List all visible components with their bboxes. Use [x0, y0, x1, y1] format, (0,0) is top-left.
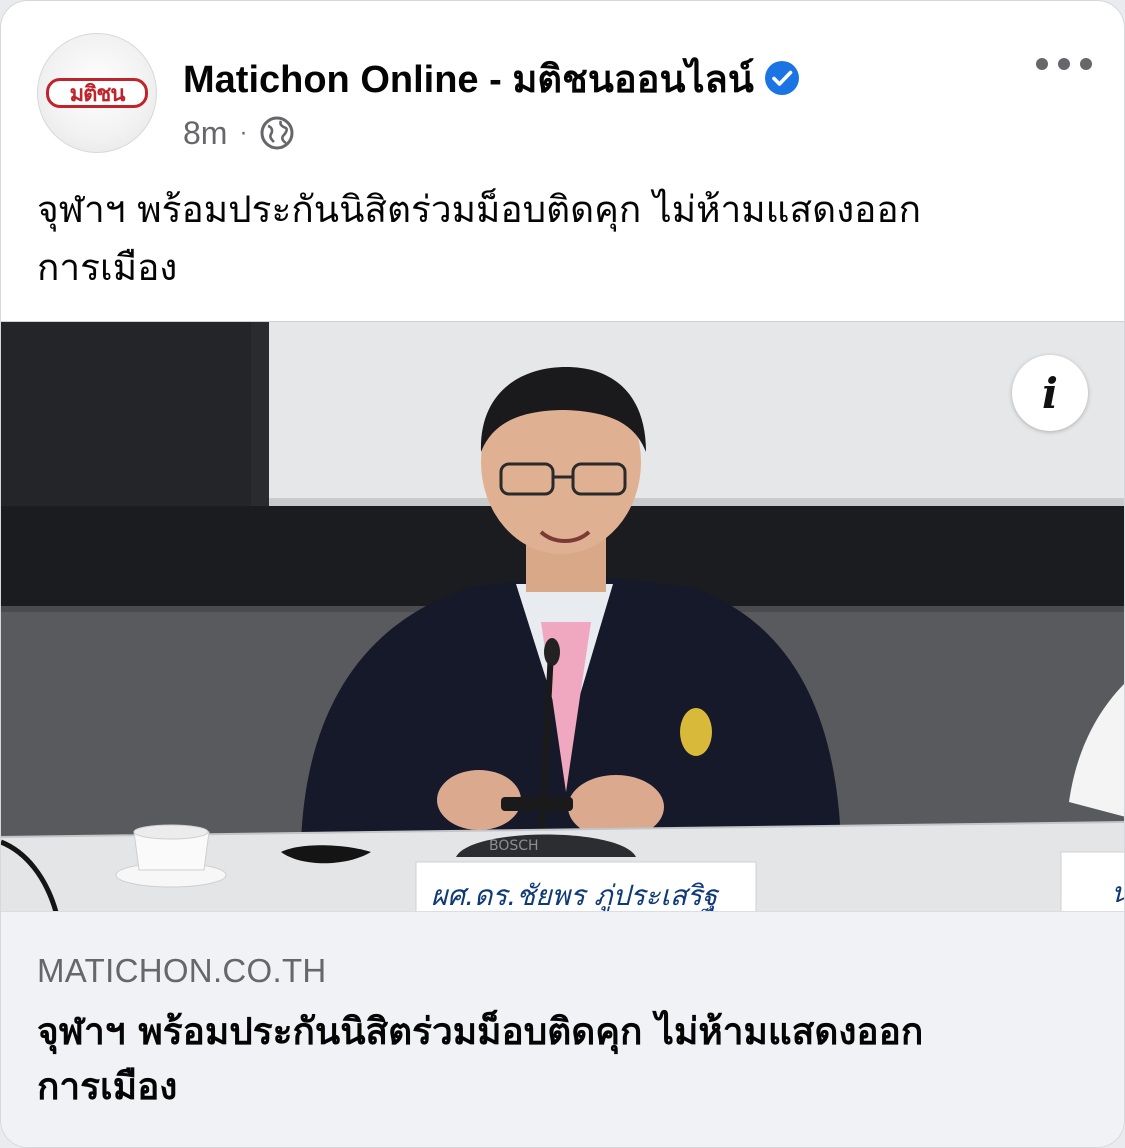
post-message-line: จุฬาฯ พร้อมประกันนิสิตร่วมม็อบติดคุก ไม่… [37, 188, 922, 231]
meta-separator: · [239, 119, 248, 146]
link-title-line: จุฬาฯ พร้อมประกันนิสิตร่วมม็อบติดคุก ไม่… [37, 1010, 924, 1053]
link-domain: MATICHON.CO.TH [37, 952, 327, 989]
link-title-line: การเมือง [37, 1065, 178, 1108]
post-timestamp[interactable]: 8m [183, 115, 227, 152]
page-name-link[interactable]: Matichon Online - มติชนออนไลน์ [183, 48, 754, 109]
page-avatar[interactable]: มติชน [37, 33, 157, 153]
more-options-icon[interactable] [1036, 49, 1092, 79]
mic-brand-label: BOSCH [489, 838, 539, 854]
nameplate-label: ผศ.ดร.ชัยพร ภู่ประเสริฐ [431, 879, 720, 912]
info-icon[interactable]: i [1012, 355, 1088, 431]
globe-icon[interactable] [259, 115, 295, 151]
verified-badge-icon [764, 61, 799, 95]
nameplate-partial-label: น [1111, 876, 1125, 909]
link-title: จุฬาฯ พร้อมประกันนิสิตร่วมม็อบติดคุก ไม่… [37, 1004, 1037, 1114]
post-message: จุฬาฯ พร้อมประกันนิสิตร่วมม็อบติดคุก ไม่… [37, 181, 1037, 297]
post-message-line: การเมือง [37, 246, 178, 289]
post-meta: 8m · [183, 109, 295, 157]
link-preview-footer[interactable]: MATICHON.CO.TH จุฬาฯ พร้อมประกันนิสิตร่ว… [1, 911, 1124, 1147]
link-preview-image[interactable]: BOSCH ผศ.ดร.ชัยพร ภู่ประเสริฐ น i [1, 321, 1125, 912]
facebook-post-card: มติชน Matichon Online - มติชนออนไลน์ 8m … [0, 0, 1125, 1148]
press-conference-photo: BOSCH ผศ.ดร.ชัยพร ภู่ประเสริฐ น [1, 322, 1125, 912]
post-header: มติชน Matichon Online - มติชนออนไลน์ 8m … [1, 1, 1124, 166]
page-name-row: Matichon Online - มติชนออนไลน์ [183, 53, 800, 103]
matichon-logo: มติชน [46, 78, 148, 108]
